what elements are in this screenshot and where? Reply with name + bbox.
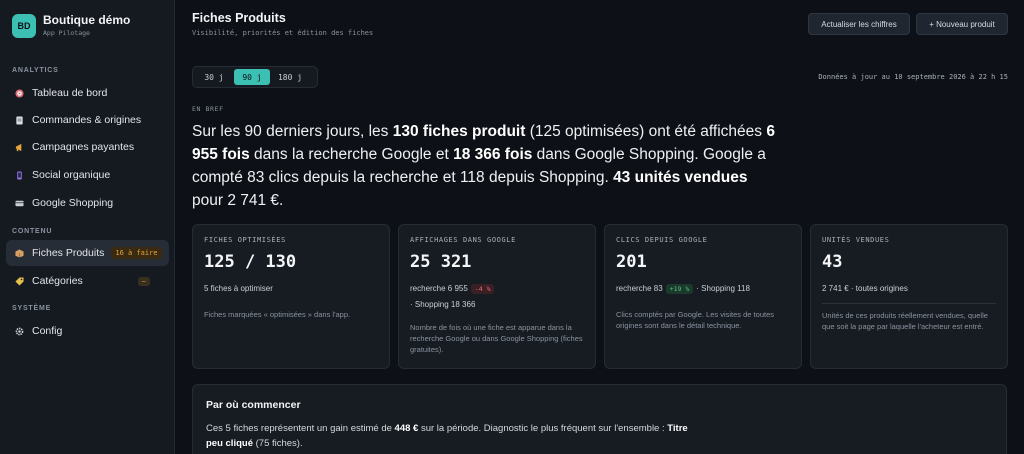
last-updated: Données à jour au 10 septembre 2026 à 22… <box>818 73 1008 81</box>
card-description: Nombre de fois où une fiche est apparue … <box>410 323 583 354</box>
todo-badge: 16 à faire <box>111 247 162 259</box>
page-subtitle: Visibilité, priorités et édition des fic… <box>192 29 374 37</box>
sidebar-item-commandes[interactable]: Commandes & origines <box>6 107 169 133</box>
target-icon <box>15 88 24 98</box>
page-title: Fiches Produits <box>192 11 286 25</box>
sidebar-item-categories[interactable]: Catégories – <box>6 268 169 294</box>
card-value: 43 <box>822 252 843 272</box>
card-label: UNITÉS VENDUES <box>822 236 890 244</box>
card-value: 125 / 130 <box>204 252 297 272</box>
card-affichages: AFFICHAGES DANS GOOGLE 25 321 recherche … <box>398 224 596 369</box>
brand-subtitle: App Pilotage <box>43 29 90 37</box>
sidebar: BD Boutique démo App Pilotage ANALYTICS … <box>0 0 175 454</box>
card-sub: 2 741 € · toutes origines <box>822 284 908 293</box>
card-divider <box>822 303 996 304</box>
tab-180-days[interactable]: 180 j <box>272 69 308 85</box>
sidebar-item-label: Campagnes payantes <box>32 141 135 153</box>
refresh-button[interactable]: Actualiser les chiffres <box>808 13 910 35</box>
sidebar-item-google-shopping[interactable]: Google Shopping <box>6 190 169 216</box>
brand-name: Boutique démo <box>43 13 131 27</box>
sidebar-item-config[interactable]: Config <box>6 318 169 344</box>
start-text: Ces 5 fiches représentent un gain estimé… <box>206 423 688 449</box>
card-label: AFFICHAGES DANS GOOGLE <box>410 236 516 244</box>
section-label-systeme: SYSTÈME <box>12 305 52 312</box>
megaphone-icon <box>15 143 24 152</box>
sidebar-item-label: Tableau de bord <box>32 87 108 99</box>
start-section: Par où commencer Ces 5 fiches représente… <box>192 384 1007 454</box>
card-label: FICHES OPTIMISÉES <box>204 236 286 244</box>
brand[interactable]: BD Boutique démo App Pilotage <box>12 13 130 38</box>
new-product-button[interactable]: + Nouveau produit <box>916 13 1008 35</box>
start-title: Par où commencer <box>206 399 301 411</box>
section-label-contenu: CONTENU <box>12 228 53 235</box>
phone-icon <box>15 170 24 180</box>
summary-eyebrow: EN BREF <box>192 105 224 113</box>
card-sub: recherche 83 +19 % · Shopping 118 <box>616 284 750 294</box>
period-tabs: 30 j 90 j 180 j <box>192 66 318 88</box>
sidebar-item-label: Config <box>32 325 63 337</box>
summary-text: Sur les 90 derniers jours, les 130 fiche… <box>192 123 775 209</box>
card-sub: 5 fiches à optimiser <box>204 284 273 293</box>
card-unites-vendues: UNITÉS VENDUES 43 2 741 € · toutes origi… <box>810 224 1008 369</box>
brand-logo: BD <box>12 13 36 38</box>
card-value: 201 <box>616 252 647 272</box>
card-icon <box>15 199 24 208</box>
card-description: Fiches marquées « optimisées » dans l'ap… <box>204 310 351 319</box>
sidebar-item-label: Fiches Produits <box>32 247 105 259</box>
sidebar-item-fiches-produits[interactable]: Fiches Produits 16 à faire <box>6 240 169 266</box>
sidebar-item-campagnes[interactable]: Campagnes payantes <box>6 134 169 160</box>
gear-icon <box>15 327 24 336</box>
sidebar-item-label: Catégories <box>32 275 83 287</box>
tab-30-days[interactable]: 30 j <box>196 69 232 85</box>
sidebar-item-label: Google Shopping <box>32 197 114 209</box>
card-value: 25 321 <box>410 252 472 272</box>
trend-badge-positive: +19 % <box>665 284 694 294</box>
category-badge: – <box>137 276 150 286</box>
sidebar-item-social[interactable]: Social organique <box>6 162 169 188</box>
document-icon <box>15 115 24 125</box>
sidebar-item-label: Commandes & origines <box>32 114 142 126</box>
card-description: Unités de ces produits réellement vendue… <box>822 311 988 331</box>
sidebar-item-tableau-de-bord[interactable]: Tableau de bord <box>6 80 169 106</box>
tag-icon <box>15 276 24 286</box>
card-label: CLICS DEPUIS GOOGLE <box>616 236 708 244</box>
section-label-analytics: ANALYTICS <box>12 67 59 74</box>
trend-badge-negative: -4 % <box>470 284 495 294</box>
card-fiches-optimisees: FICHES OPTIMISÉES 125 / 130 5 fiches à o… <box>192 224 390 369</box>
card-sub: recherche 6 955 -4 % · Shopping 18 366 <box>410 281 584 313</box>
box-icon <box>15 248 24 258</box>
sidebar-item-label: Social organique <box>32 169 111 181</box>
card-clics: CLICS DEPUIS GOOGLE 201 recherche 83 +19 … <box>604 224 802 369</box>
card-description: Clics comptés par Google. Les visites de… <box>616 310 774 330</box>
tab-90-days[interactable]: 90 j <box>234 69 270 85</box>
